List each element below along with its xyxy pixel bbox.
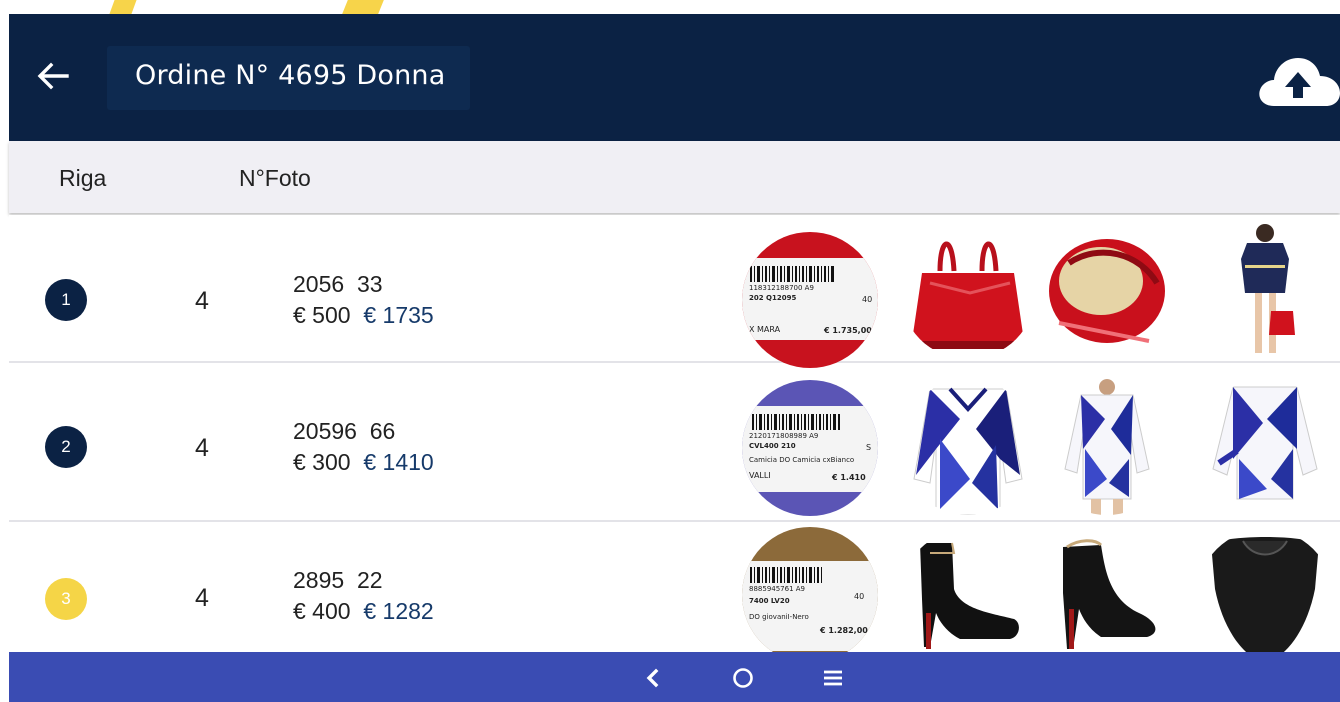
app-bar: Ordine N° 4695 Donna bbox=[9, 14, 1340, 141]
tag-barcode-number: 2120171808989 A9 bbox=[749, 432, 818, 440]
system-nav-bar bbox=[9, 652, 1340, 702]
product-photo-blue-white-top-model[interactable] bbox=[1039, 379, 1175, 515]
top-decoration bbox=[0, 0, 1340, 18]
price-tag-photo[interactable]: 2120171808989 A9 CVL400 210 S Camicia DO… bbox=[742, 380, 878, 516]
tag-size: S bbox=[866, 443, 871, 452]
product-photo-red-handbag-open[interactable] bbox=[1039, 223, 1175, 359]
column-riga: Riga bbox=[59, 165, 107, 191]
price-tag-photo[interactable]: 8885945761 A9 7400 LV20 40 DO giovaniI-N… bbox=[742, 527, 878, 663]
unit-price: € 300 bbox=[293, 449, 351, 475]
tag-description: Camicia DO Camicia cxBianco bbox=[749, 456, 854, 464]
product-photo-blue-white-top-front[interactable] bbox=[900, 379, 1036, 515]
row-details: 20596 66 € 300 € 1410 bbox=[293, 416, 434, 478]
tag-price: € 1.735,00 bbox=[823, 326, 872, 335]
total-price: € 1282 bbox=[363, 598, 434, 624]
column-n-foto: N°Foto bbox=[239, 165, 311, 191]
cloud-upload-icon[interactable] bbox=[1254, 54, 1340, 110]
product-photo-black-ankle-boot[interactable] bbox=[900, 529, 1036, 665]
total-price: € 1410 bbox=[363, 449, 434, 475]
product-photo-red-handbag[interactable] bbox=[900, 223, 1036, 359]
article-code: 2056 bbox=[293, 271, 345, 297]
product-photo-model-with-handbag[interactable] bbox=[1197, 223, 1333, 359]
size-code: 22 bbox=[356, 567, 383, 593]
back-chevron-icon[interactable] bbox=[637, 662, 669, 694]
tag-line1: CVL400 210 bbox=[749, 442, 796, 450]
tag-line1: 7400 LV20 bbox=[749, 597, 790, 605]
tag-size: 40 bbox=[862, 295, 872, 304]
row-number-badge: 2 bbox=[45, 426, 87, 468]
table-row[interactable]: 1 4 2056 33 € 500 € 1735 118312188700 A9… bbox=[9, 215, 1340, 368]
photo-count: 4 bbox=[195, 434, 209, 462]
table-row[interactable]: 2 4 20596 66 € 300 € 1410 2120171808989 … bbox=[9, 374, 1340, 522]
article-code: 2895 bbox=[293, 567, 345, 593]
tag-brand: VALLI bbox=[749, 471, 771, 480]
column-header: Riga N°Foto bbox=[9, 141, 1340, 213]
tag-description: DO giovaniI-Nero bbox=[749, 613, 809, 621]
price-tag-photo[interactable]: 118312188700 A9 202 Q12095 40 X MARA € 1… bbox=[742, 232, 878, 368]
row-details: 2056 33 € 500 € 1735 bbox=[293, 269, 434, 331]
table-row[interactable]: 3 4 2895 22 € 400 € 1282 8885945761 A9 7… bbox=[9, 523, 1340, 665]
total-price: € 1735 bbox=[363, 302, 434, 328]
tag-line1: 202 Q12095 bbox=[749, 294, 796, 302]
size-code: 33 bbox=[356, 271, 383, 297]
article-code: 20596 bbox=[293, 418, 357, 444]
arrow-left-icon[interactable] bbox=[31, 54, 75, 98]
tag-barcode-number: 118312188700 A9 bbox=[749, 284, 814, 292]
tag-barcode-number: 8885945761 A9 bbox=[749, 585, 805, 593]
unit-price: € 500 bbox=[293, 302, 351, 328]
home-circle-icon[interactable] bbox=[727, 662, 759, 694]
row-details: 2895 22 € 400 € 1282 bbox=[293, 565, 434, 627]
row-number-badge: 1 bbox=[45, 279, 87, 321]
tag-brand: X MARA bbox=[749, 325, 781, 334]
order-title-box: Ordine N° 4695 Donna bbox=[107, 46, 470, 110]
photo-count: 4 bbox=[195, 287, 209, 315]
product-photo-black-ankle-boot-side[interactable] bbox=[1039, 529, 1175, 665]
page-title: Ordine N° 4695 Donna bbox=[135, 60, 446, 91]
product-photo-blue-white-top-back[interactable] bbox=[1197, 379, 1333, 515]
row-number-badge: 3 bbox=[45, 578, 87, 620]
size-code: 66 bbox=[369, 418, 396, 444]
photo-count: 4 bbox=[195, 584, 209, 612]
tag-size: 40 bbox=[854, 592, 864, 601]
tag-price: € 1.410 bbox=[831, 473, 866, 482]
tag-price: € 1.282,00 bbox=[819, 626, 868, 635]
menu-lines-icon[interactable] bbox=[817, 662, 849, 694]
unit-price: € 400 bbox=[293, 598, 351, 624]
product-photo-black-boot-detail[interactable] bbox=[1197, 529, 1333, 665]
